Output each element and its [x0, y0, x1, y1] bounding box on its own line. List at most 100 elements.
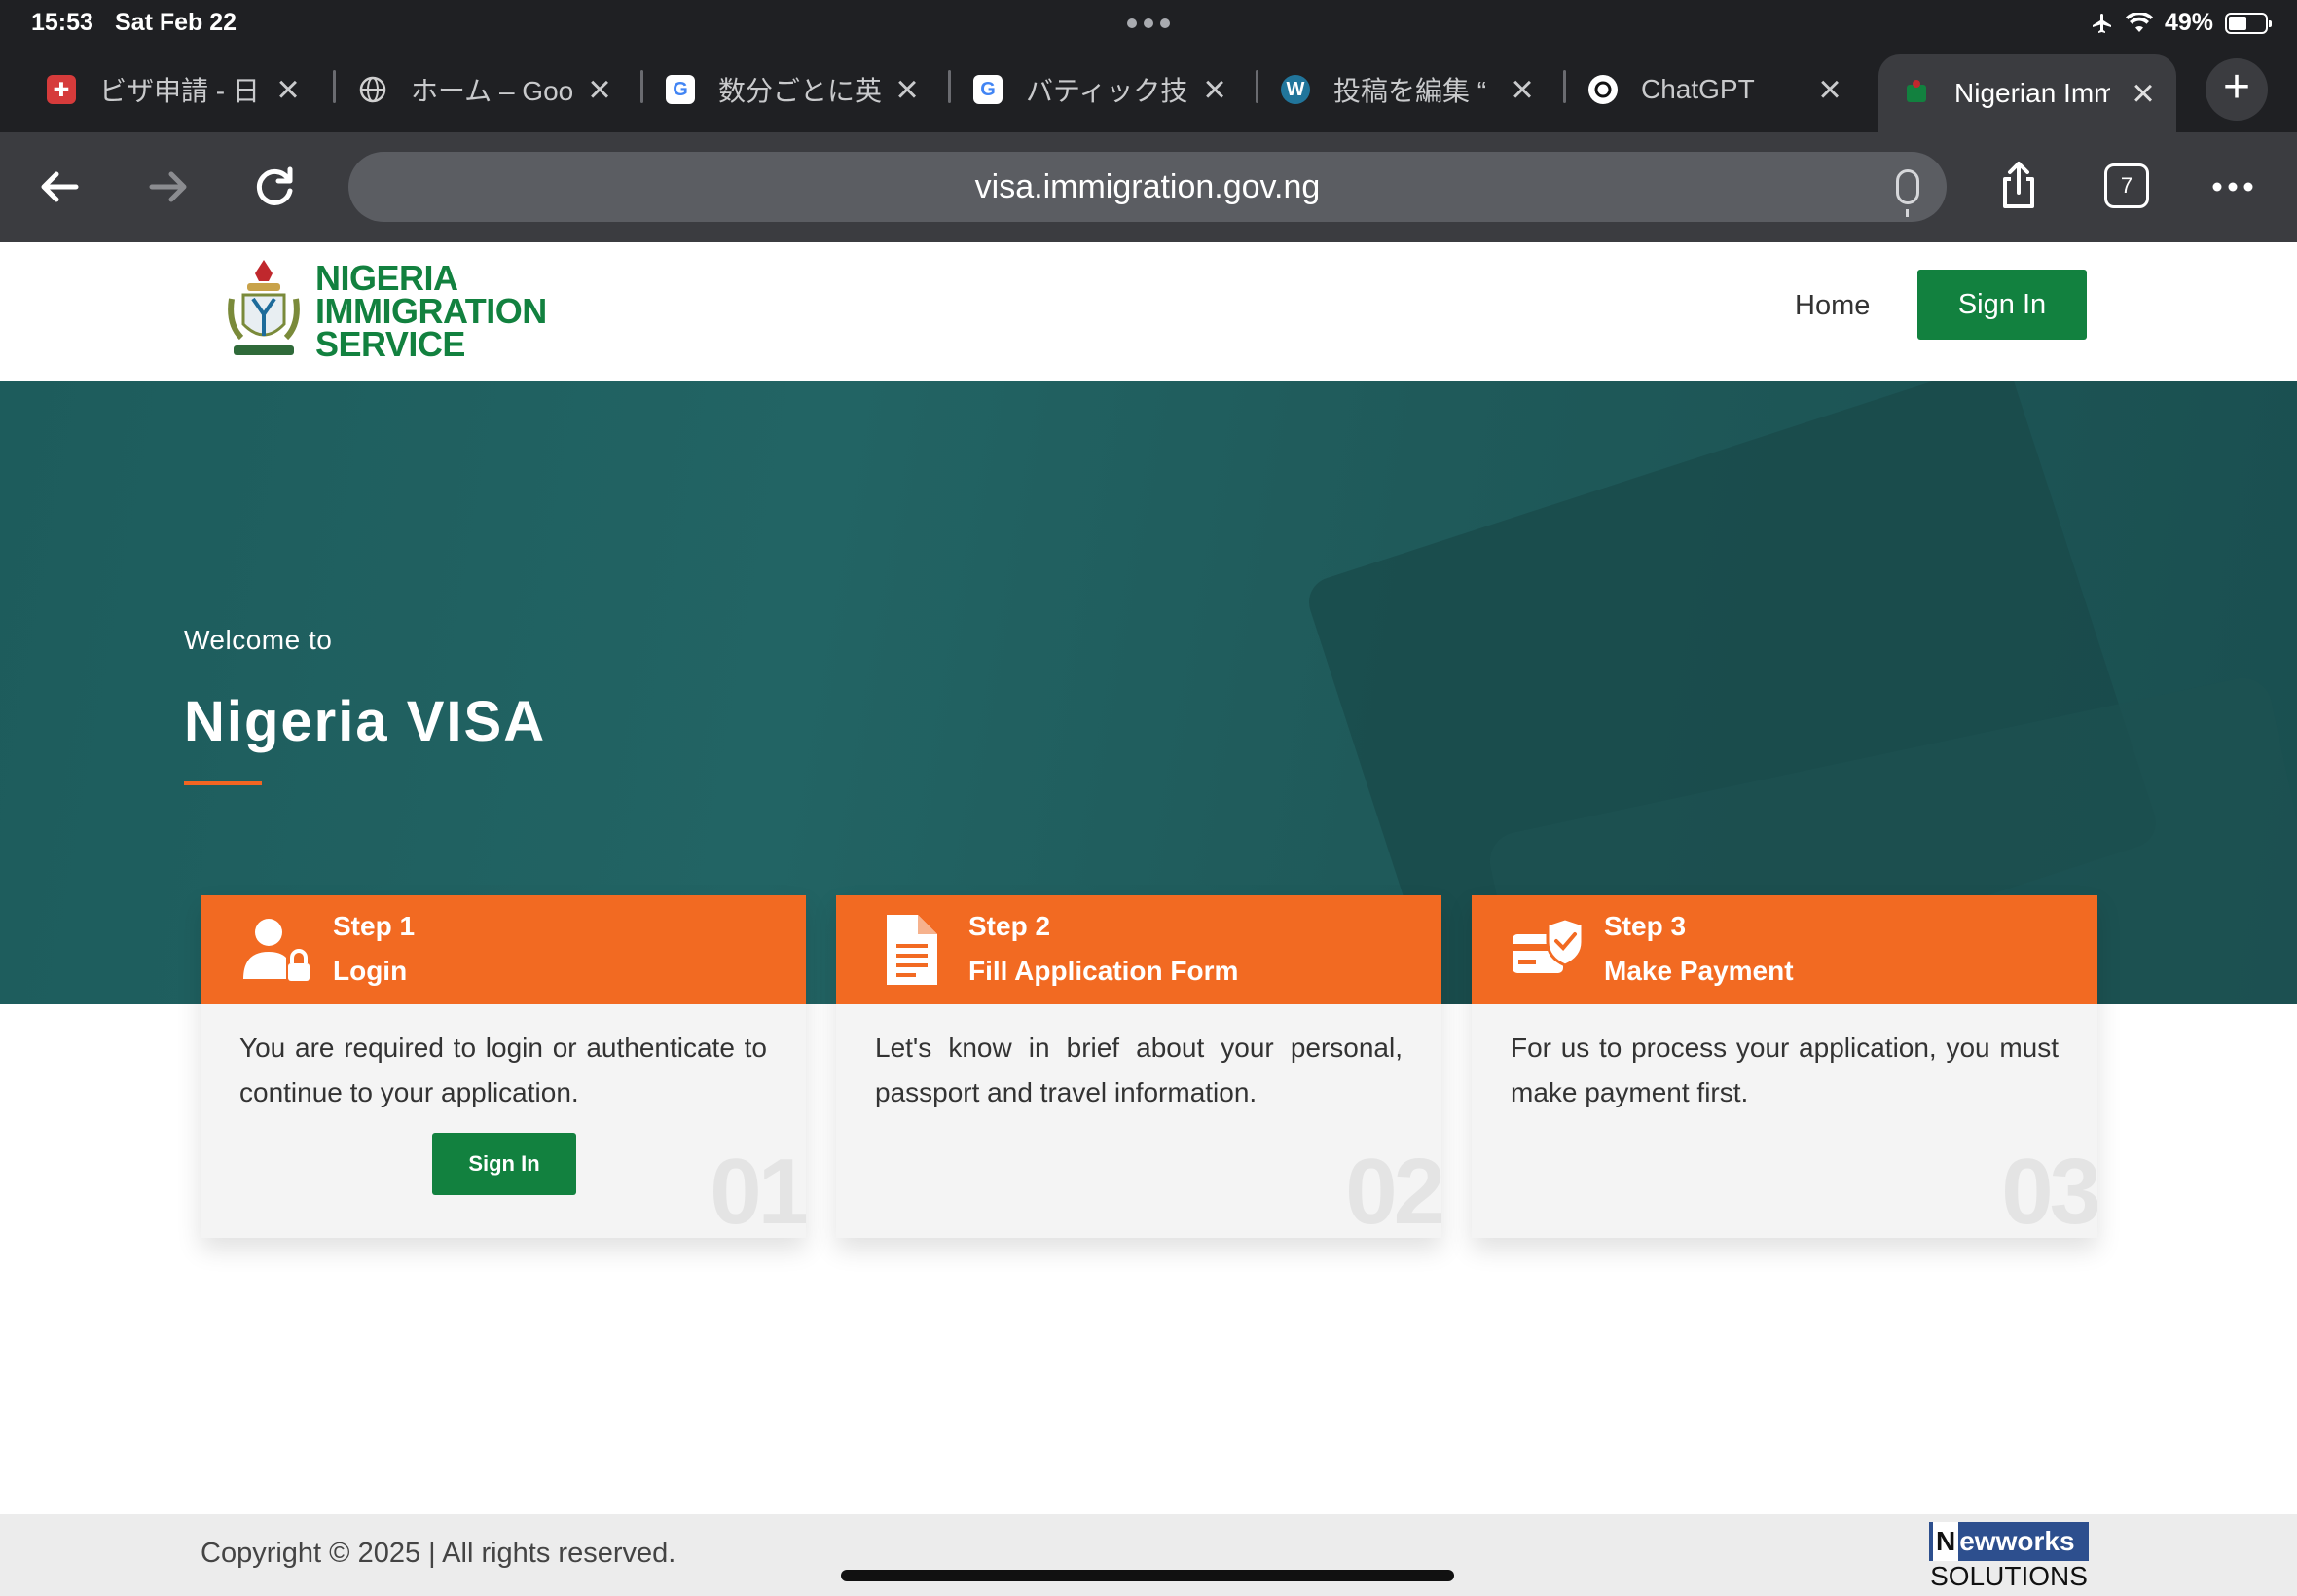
- reload-button[interactable]: [245, 158, 304, 216]
- step-name: Login: [333, 956, 408, 986]
- step-card-payment: Step 3 Make Payment For us to process yo…: [1472, 895, 2097, 1238]
- nis-logo[interactable]: NIGERIA IMMIGRATION SERVICE: [226, 252, 557, 367]
- hero-title-underline: [184, 781, 262, 785]
- step-label: Step 2: [968, 911, 1051, 941]
- browser-tab[interactable]: ホーム – Goo ×: [358, 60, 617, 119]
- browser-toolbar: visa.immigration.gov.ng 7: [0, 132, 2297, 242]
- close-tab-icon[interactable]: ×: [2126, 74, 2161, 113]
- site-header: NIGERIA IMMIGRATION SERVICE Home Sign In: [0, 242, 2297, 381]
- tab-divider: [640, 70, 643, 103]
- card-shield-icon: [1513, 917, 1585, 973]
- chatgpt-favicon: [1588, 75, 1618, 104]
- google-favicon: G: [973, 75, 1003, 104]
- step-card-header: Step 3 Make Payment: [1472, 895, 2097, 1004]
- address-bar[interactable]: visa.immigration.gov.ng: [348, 152, 1947, 222]
- browser-chrome: 15:53 Sat Feb 22 49% ✚ ビザ申請 - 日 × ホーム – …: [0, 0, 2297, 242]
- back-button[interactable]: [31, 158, 90, 216]
- step-name: Make Payment: [1604, 956, 1794, 986]
- logo-line: SERVICE: [315, 324, 465, 364]
- hero-welcome-text: Welcome to: [184, 625, 333, 655]
- logo-wordmark: NIGERIA IMMIGRATION SERVICE: [315, 258, 547, 364]
- step-label: Step 1: [333, 911, 416, 941]
- more-menu-button[interactable]: [2204, 158, 2262, 216]
- step-card-header: Step 2 Fill Application Form: [836, 895, 1441, 1004]
- user-lock-icon: [243, 919, 310, 981]
- japan-visa-favicon: ✚: [47, 75, 76, 104]
- wifi-icon: [2125, 12, 2153, 32]
- new-tab-button[interactable]: +: [2206, 58, 2268, 121]
- battery-level: [2229, 16, 2246, 30]
- brand-initial: N: [1933, 1522, 1959, 1561]
- tab-title: バティック技: [1026, 76, 1188, 106]
- step-card-login: Step 1 Login You are required to login o…: [201, 895, 806, 1238]
- browser-tab[interactable]: G バティック技 ×: [973, 60, 1232, 119]
- brand-name: Newworks: [1929, 1522, 2089, 1561]
- google-favicon: G: [666, 75, 695, 104]
- logo-line: NIGERIA: [315, 258, 458, 298]
- step-name: Fill Application Form: [968, 956, 1239, 986]
- battery-percent: 49%: [2164, 9, 2213, 36]
- step-card-application-form: Step 2 Fill Application Form Let's know …: [836, 895, 1441, 1238]
- close-tab-icon[interactable]: ×: [1197, 70, 1232, 109]
- multitasking-dots-icon[interactable]: [1127, 18, 1170, 28]
- tab-title: 投稿を編集 “: [1333, 76, 1487, 106]
- status-time: 15:53: [31, 9, 93, 36]
- step-description: For us to process your application, you …: [1511, 1033, 2059, 1107]
- step-number-watermark: 01: [710, 1140, 806, 1238]
- microphone-icon[interactable]: [1896, 169, 1919, 217]
- nigeria-coat-of-arms-icon: [228, 260, 300, 355]
- step-label: Step 3: [1604, 911, 1687, 941]
- globe-favicon: [358, 75, 387, 104]
- newworks-solutions-logo[interactable]: Newworks SOLUTIONS: [1929, 1522, 2089, 1592]
- wordpress-favicon: W: [1281, 75, 1310, 104]
- tab-title: ビザ申請 - 日: [99, 76, 260, 106]
- share-button[interactable]: [1989, 158, 2048, 216]
- ellipsis-icon: [2212, 182, 2253, 192]
- logo-line: IMMIGRATION: [315, 291, 547, 331]
- close-tab-icon[interactable]: ×: [271, 70, 306, 109]
- status-indicators: 49%: [2091, 9, 2272, 37]
- browser-tab[interactable]: W 投稿を編集 “ ×: [1281, 60, 1540, 119]
- tab-title: Nigerian Imm: [1954, 78, 2110, 108]
- copyright-text: Copyright © 2025 | All rights reserved.: [201, 1538, 676, 1569]
- step-number-watermark: 03: [2001, 1140, 2097, 1238]
- tab-divider: [1563, 70, 1566, 103]
- hero-title: Nigeria VISA: [184, 690, 547, 753]
- step-description: You are required to login or authenticat…: [239, 1033, 767, 1107]
- header-sign-in-button[interactable]: Sign In: [1917, 270, 2087, 340]
- step-description: Let's know in brief about your personal,…: [875, 1033, 1403, 1107]
- battery-icon: [2225, 12, 2272, 34]
- forward-button[interactable]: [138, 158, 197, 216]
- tab-title: 数分ごとに英: [718, 76, 883, 106]
- browser-tab[interactable]: ChatGPT ×: [1588, 60, 1847, 119]
- nigeria-crest-favicon: [1902, 79, 1931, 108]
- tab-overview-button[interactable]: 7: [2104, 163, 2149, 208]
- tab-strip: ✚ ビザ申請 - 日 × ホーム – Goo × G 数分ごとに英 × G バテ…: [0, 47, 2297, 132]
- airplane-icon: [2092, 13, 2111, 33]
- arrow-right-icon: [149, 171, 187, 202]
- step-number-watermark: 02: [1345, 1140, 1441, 1238]
- tab-divider: [333, 70, 336, 103]
- close-tab-icon[interactable]: ×: [582, 70, 617, 109]
- status-bar: 15:53 Sat Feb 22 49%: [0, 0, 2297, 47]
- document-icon: [887, 915, 937, 985]
- step-sign-in-button[interactable]: Sign In: [432, 1133, 576, 1195]
- browser-tab[interactable]: ✚ ビザ申請 - 日 ×: [47, 60, 306, 119]
- browser-tab-active[interactable]: Nigerian Imm ×: [1878, 54, 2176, 132]
- brand-rest: ewworks: [1959, 1526, 2075, 1556]
- tab-title: ホーム – Goo: [411, 76, 574, 106]
- close-tab-icon[interactable]: ×: [1812, 70, 1847, 109]
- url-text: visa.immigration.gov.ng: [974, 168, 1321, 205]
- brand-subtitle: SOLUTIONS: [1930, 1561, 2088, 1591]
- browser-tab[interactable]: G 数分ごとに英 ×: [666, 60, 925, 119]
- step-card-header: Step 1 Login: [201, 895, 806, 1004]
- close-tab-icon[interactable]: ×: [890, 70, 925, 109]
- share-icon: [2003, 162, 2034, 208]
- home-indicator[interactable]: [841, 1570, 1454, 1581]
- close-tab-icon[interactable]: ×: [1505, 70, 1540, 109]
- tab-divider: [1256, 70, 1258, 103]
- status-date: Sat Feb 22: [115, 9, 237, 36]
- nav-home-link[interactable]: Home: [1795, 290, 1870, 322]
- reload-icon: [256, 166, 293, 205]
- site-footer: Copyright © 2025 | All rights reserved. …: [0, 1514, 2297, 1596]
